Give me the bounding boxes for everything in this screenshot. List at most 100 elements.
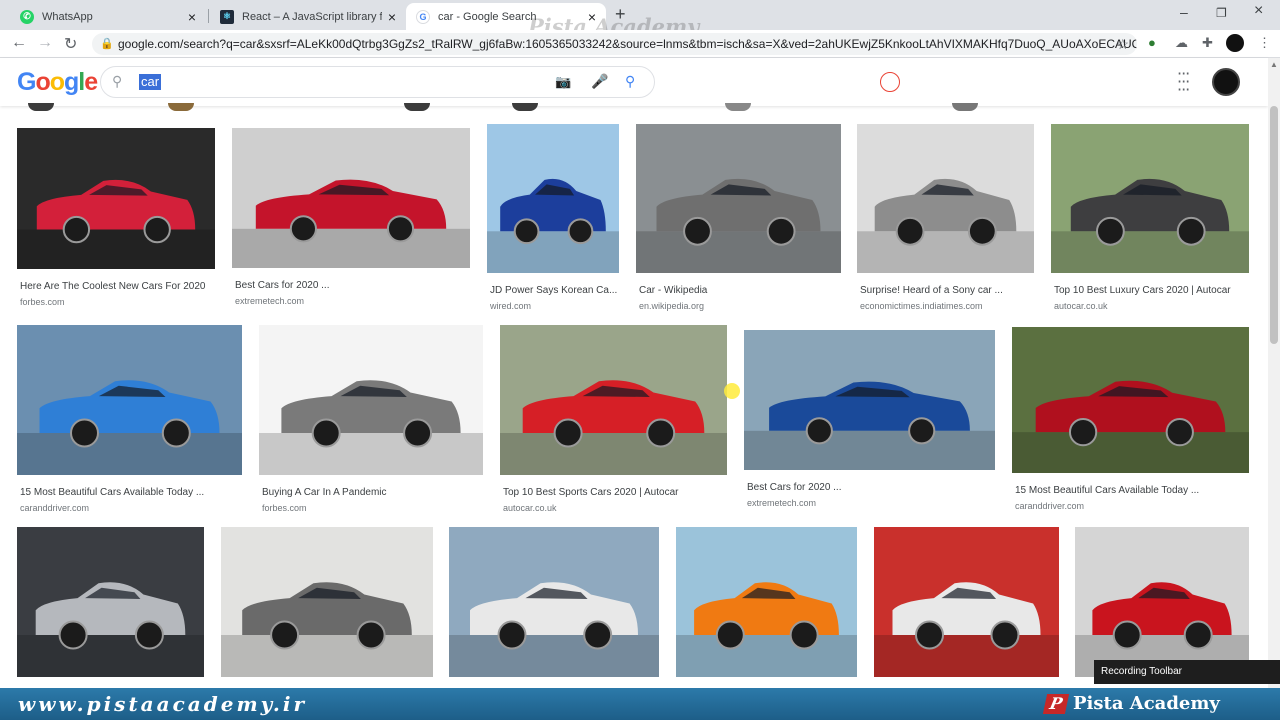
chip[interactable] [28,103,54,111]
result-title[interactable]: Surprise! Heard of a Sony car ... [857,285,1034,296]
result-source: autocar.co.uk [1054,301,1108,311]
scrollbar-thumb[interactable] [1270,106,1278,344]
image-result[interactable]: JD Power Says Korean Ca... wired.com [487,124,619,311]
profile-icon[interactable] [1226,34,1244,52]
search-input[interactable]: car [139,74,162,90]
result-title[interactable]: Buying A Car In A Pandemic [259,487,483,498]
chip[interactable] [725,103,751,111]
tab-react[interactable]: ⚛ React – A JavaScript library for bu × [210,3,406,30]
image-result[interactable]: Top 10 Best Sports Cars 2020 | Autocar au… [500,325,727,513]
forward-icon[interactable]: → [37,34,53,52]
car-image [449,527,659,677]
result-thumbnail[interactable] [1012,327,1249,473]
scrollbar[interactable]: ▲ [1268,58,1280,688]
result-thumbnail[interactable] [1051,124,1249,273]
image-result[interactable] [449,527,659,677]
close-icon[interactable]: × [388,9,396,25]
image-result[interactable]: 15 Most Beautiful Cars Available Today .… [17,325,242,513]
result-title[interactable]: 15 Most Beautiful Cars Available Today .… [1012,485,1249,496]
apps-grid-icon[interactable]: ⋅⋅⋅ ⋅⋅⋅ ⋅⋅⋅ [1177,67,1195,99]
result-thumbnail[interactable] [232,128,470,268]
account-avatar[interactable] [1212,68,1240,96]
minimize-icon[interactable]: – [1180,4,1188,20]
extension-icon[interactable]: ● [1148,35,1156,50]
car-image [744,330,995,470]
search-box[interactable]: ⚲ car 📷 🎤 ⚲ [100,66,655,98]
result-title[interactable]: Best Cars for 2020 ... [232,280,470,291]
car-image [676,527,857,677]
image-result[interactable]: Buying A Car In A Pandemic forbes.com [259,325,483,513]
result-thumbnail[interactable] [17,128,215,269]
car-image [1075,527,1249,677]
result-thumbnail[interactable] [744,330,995,470]
brand-logo-icon: P [1042,694,1070,714]
result-title[interactable]: Top 10 Best Luxury Cars 2020 | Autocar [1051,285,1249,296]
back-icon[interactable]: ← [11,34,27,52]
reload-icon[interactable]: ↻ [64,34,77,54]
camera-icon[interactable]: 📷 [555,74,571,90]
image-result[interactable]: Car - Wikipedia en.wikipedia.org [636,124,841,311]
result-thumbnail[interactable] [676,527,857,677]
result-title[interactable]: JD Power Says Korean Ca... [487,285,619,296]
result-thumbnail[interactable] [1075,527,1249,677]
result-thumbnail[interactable] [636,124,841,273]
result-thumbnail[interactable] [487,124,619,273]
google-logo[interactable]: Google [17,68,98,97]
google-header: Google ⚲ car 📷 🎤 ⚲ ⋅⋅⋅ ⋅⋅⋅ ⋅⋅⋅ [0,58,1268,106]
result-thumbnail[interactable] [17,325,242,475]
lock-icon: 🔒 [100,38,114,50]
footer-brand-label: Pista Academy [1073,693,1220,714]
image-result[interactable] [17,527,204,677]
image-result[interactable] [221,527,433,677]
result-source: wired.com [490,301,532,311]
react-icon: ⚛ [220,9,234,24]
result-source: forbes.com [262,503,307,513]
image-results-grid: Here Are The Coolest New Cars For 2020 fo… [0,114,1268,688]
puzzle-icon[interactable]: ✚ [1202,35,1213,51]
maximize-icon[interactable]: ❐ [1216,6,1227,20]
result-title[interactable]: Car - Wikipedia [636,285,841,296]
whatsapp-icon: ✆ [20,9,34,24]
address-bar[interactable]: 🔒 google.com/search?q=car&sxsrf=ALeKk00d… [92,33,1137,55]
result-thumbnail[interactable] [259,325,483,475]
result-source: forbes.com [20,297,65,307]
browser-toolbar: ← → ↻ 🔒 google.com/search?q=car&sxsrf=AL… [0,30,1280,58]
result-thumbnail[interactable] [857,124,1034,273]
tab-whatsapp[interactable]: ✆ WhatsApp × [10,3,206,30]
extension-icon[interactable]: ☁ [1175,35,1188,51]
chip[interactable] [512,103,538,111]
result-thumbnail[interactable] [221,527,433,677]
result-title[interactable]: Here Are The Coolest New Cars For 2020 [17,281,215,292]
loading-icon [880,72,900,92]
result-title[interactable]: 15 Most Beautiful Cars Available Today .… [17,487,242,498]
image-result[interactable] [676,527,857,677]
car-image [857,124,1034,273]
result-thumbnail[interactable] [449,527,659,677]
result-title[interactable]: Best Cars for 2020 ... [744,482,995,493]
result-thumbnail[interactable] [17,527,204,677]
window-close-icon[interactable]: × [1254,2,1263,20]
result-source: caranddriver.com [1015,501,1085,511]
image-result[interactable]: Here Are The Coolest New Cars For 2020 fo… [17,128,215,307]
scroll-up-icon[interactable]: ▲ [1270,60,1278,69]
bookmark-star-icon[interactable]: ☆ [1116,33,1129,55]
recording-toolbar[interactable]: Recording Toolbar [1094,660,1280,684]
result-thumbnail[interactable] [874,527,1059,677]
image-result[interactable]: Surprise! Heard of a Sony car ... economi… [857,124,1034,311]
image-result[interactable]: Best Cars for 2020 ... extremetech.com [744,330,995,508]
image-result[interactable]: 15 Most Beautiful Cars Available Today .… [1012,327,1249,511]
microphone-icon[interactable]: 🎤 [591,73,608,90]
image-result[interactable] [874,527,1059,677]
chip[interactable] [404,103,430,111]
menu-icon[interactable]: ⋮ [1258,35,1271,51]
chip[interactable] [952,103,978,111]
close-icon[interactable]: × [188,9,196,25]
image-result[interactable]: Top 10 Best Luxury Cars 2020 | Autocar au… [1051,124,1249,311]
result-title[interactable]: Top 10 Best Sports Cars 2020 | Autocar [500,487,727,498]
chip[interactable] [168,103,194,111]
result-thumbnail[interactable] [500,325,727,475]
search-button-icon[interactable]: ⚲ [625,73,635,90]
search-icon: ⚲ [112,73,123,89]
image-result[interactable]: Best Cars for 2020 ... extremetech.com [232,128,470,306]
image-result[interactable] [1075,527,1249,677]
